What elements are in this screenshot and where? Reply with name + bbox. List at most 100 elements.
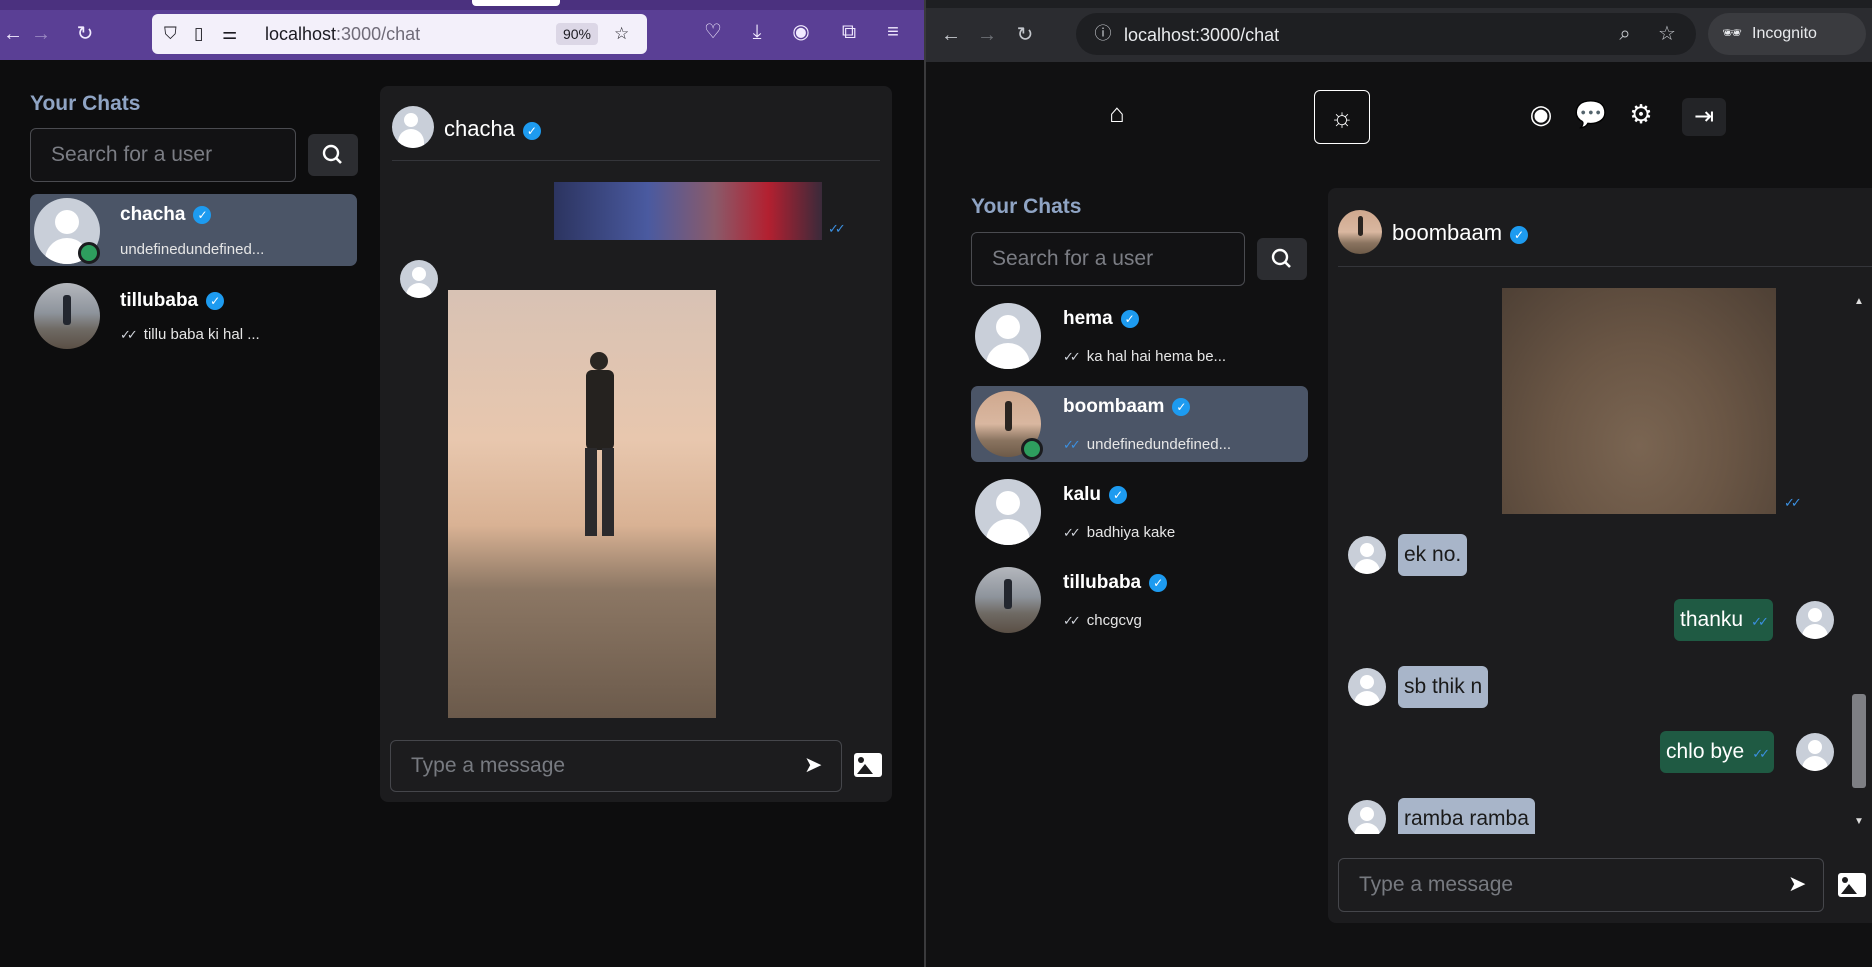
divider bbox=[1338, 266, 1872, 267]
back-icon[interactable]: ← bbox=[0, 24, 26, 44]
message-input[interactable]: Type a message bbox=[390, 740, 842, 792]
back-icon[interactable]: ← bbox=[938, 25, 964, 45]
conversation-panel: boombaam ✓ ✓✓ ek no. thanku ✓✓ sb thik n c… bbox=[1328, 188, 1872, 923]
avatar bbox=[975, 567, 1041, 633]
profile-icon[interactable]: ◉ bbox=[1524, 99, 1558, 130]
read-ticks: ✓✓ bbox=[1784, 494, 1808, 511]
chat-item-tillubaba[interactable]: tillubaba ✓ ✓✓ chcgcvg bbox=[971, 562, 1308, 638]
chat-preview: ✓✓ undefinedundefined... bbox=[1063, 436, 1232, 453]
page-icon[interactable]: ▯ bbox=[194, 24, 203, 44]
scrollbar-thumb[interactable] bbox=[1852, 694, 1866, 788]
permissions-icon[interactable]: ⚌ bbox=[222, 24, 237, 44]
reload-icon[interactable]: ↻ bbox=[1012, 25, 1038, 45]
verified-icon: ✓ bbox=[193, 206, 212, 224]
search-input[interactable]: Search for a user bbox=[971, 232, 1245, 286]
verified-icon: ✓ bbox=[1172, 398, 1191, 416]
conversation-avatar bbox=[1338, 210, 1382, 254]
search-input[interactable]: Search for a user bbox=[30, 128, 296, 182]
home-icon[interactable]: ⌂ bbox=[1100, 98, 1134, 129]
read-ticks-icon: ✓✓ bbox=[1063, 437, 1081, 452]
chrome-window: ← → ↻ ⓘ localhost:3000/chat ⌕ ☆ 🕶 Incogn… bbox=[926, 0, 1872, 967]
chrome-address-bar[interactable]: ⓘ localhost:3000/chat ⌕ ☆ bbox=[1076, 13, 1696, 55]
chat-preview: ✓✓ chcgcvg bbox=[1063, 612, 1142, 629]
site-info-icon[interactable]: ⓘ bbox=[1090, 24, 1116, 44]
search-icon bbox=[322, 144, 342, 164]
conversation-title: boombaam ✓ bbox=[1392, 220, 1529, 246]
read-ticks-icon: ✓✓ bbox=[1063, 525, 1081, 540]
pocket-icon[interactable]: ♡ bbox=[700, 22, 726, 42]
message-bubble: ramba ramba bbox=[1398, 798, 1535, 834]
forward-icon[interactable]: → bbox=[28, 24, 54, 44]
send-icon[interactable]: ➤ bbox=[804, 752, 822, 778]
verified-icon: ✓ bbox=[206, 292, 225, 310]
my-avatar bbox=[1796, 733, 1834, 771]
menu-icon[interactable]: ≡ bbox=[880, 22, 906, 42]
logout-icon: ⇥ bbox=[1693, 103, 1715, 130]
message-input[interactable]: Type a message bbox=[1338, 858, 1824, 912]
settings-gear-icon[interactable]: ⚙ bbox=[1624, 99, 1658, 130]
read-ticks-icon: ✓✓ bbox=[1751, 614, 1769, 629]
extensions-icon[interactable]: ⧉ bbox=[836, 22, 862, 42]
read-ticks-icon: ✓✓ bbox=[1752, 746, 1770, 761]
scroll-down-icon[interactable]: ▼ bbox=[1854, 816, 1864, 827]
zoom-indicator[interactable]: 90% bbox=[556, 23, 598, 45]
image-upload-icon[interactable] bbox=[1838, 873, 1866, 897]
chrome-tabstrip bbox=[926, 0, 1872, 8]
incognito-icon: 🕶 bbox=[1722, 25, 1743, 42]
downloads-icon[interactable]: ⤓ bbox=[744, 22, 770, 42]
chat-item-kalu[interactable]: kalu ✓ ✓✓ badhiya kake bbox=[971, 474, 1308, 550]
conversation-avatar bbox=[392, 106, 434, 148]
scrollbar[interactable]: ▲ ▼ bbox=[1848, 288, 1870, 834]
message-bubble: chlo bye ✓✓ bbox=[1660, 731, 1775, 773]
image-upload-icon[interactable] bbox=[854, 753, 882, 777]
chat-name: chacha ✓ bbox=[120, 204, 212, 226]
scroll-up-icon[interactable]: ▲ bbox=[1854, 296, 1864, 307]
shared-photo[interactable] bbox=[1502, 288, 1776, 514]
chat-item-hema[interactable]: hema ✓ ✓✓ ka hal hai hema be... bbox=[971, 298, 1308, 374]
shield-icon[interactable]: ⛉ bbox=[164, 24, 177, 44]
message-bubble: thanku ✓✓ bbox=[1674, 599, 1773, 641]
bookmark-star-icon[interactable]: ☆ bbox=[1654, 24, 1680, 44]
chat-item-tillubaba[interactable]: tillubaba ✓ ✓✓ tillu baba ki hal ... bbox=[30, 282, 357, 354]
read-ticks-icon: ✓✓ bbox=[828, 221, 846, 236]
shared-photo[interactable] bbox=[448, 290, 716, 718]
chats-icon[interactable]: 💬 bbox=[1574, 99, 1608, 130]
firefox-toolbar: ← → ↻ ⛉ ▯ ⚌ localhost:3000/chat 90% ☆ ♡ … bbox=[0, 0, 924, 60]
verified-icon: ✓ bbox=[1149, 574, 1168, 592]
bookmark-star-icon[interactable]: ☆ bbox=[614, 24, 629, 44]
forward-icon[interactable]: → bbox=[974, 25, 1000, 45]
incognito-label: Incognito bbox=[1752, 25, 1817, 42]
incognito-badge[interactable]: 🕶 Incognito bbox=[1708, 13, 1866, 55]
zoom-icon[interactable]: ⌕ bbox=[1612, 24, 1638, 44]
chat-name: tillubaba ✓ bbox=[1063, 572, 1168, 594]
chrome-toolbar: ← → ↻ ⓘ localhost:3000/chat ⌕ ☆ 🕶 Incogn… bbox=[926, 8, 1872, 62]
conversation-title: chacha ✓ bbox=[444, 116, 541, 142]
search-button[interactable] bbox=[1257, 238, 1307, 280]
sender-avatar bbox=[1348, 668, 1386, 706]
theme-toggle-button[interactable]: ☼ bbox=[1314, 90, 1370, 144]
url-text[interactable]: localhost:3000/chat bbox=[265, 24, 420, 45]
chat-name: hema ✓ bbox=[1063, 308, 1139, 330]
message-bubble: ek no. bbox=[1398, 534, 1468, 576]
firefox-address-bar[interactable]: ⛉ ▯ ⚌ localhost:3000/chat 90% ☆ bbox=[152, 14, 647, 54]
chat-preview: ✓✓ tillu baba ki hal ... bbox=[120, 326, 260, 343]
sidebar-title: Your Chats bbox=[30, 92, 141, 115]
send-icon[interactable]: ➤ bbox=[1788, 871, 1806, 897]
firefox-tabstrip bbox=[0, 0, 924, 10]
search-button[interactable] bbox=[308, 134, 358, 176]
logout-button[interactable]: ⇥ bbox=[1682, 98, 1726, 136]
chat-item-chacha[interactable]: chacha ✓ undefinedundefined... bbox=[30, 194, 357, 266]
chat-item-boombaam[interactable]: boombaam ✓ ✓✓ undefinedundefined... bbox=[971, 386, 1308, 462]
read-ticks-icon: ✓✓ bbox=[1063, 613, 1081, 628]
chat-preview: undefinedundefined... bbox=[120, 241, 265, 258]
firefox-active-tab[interactable] bbox=[472, 0, 560, 6]
read-ticks-icon: ✓✓ bbox=[1784, 495, 1802, 510]
read-ticks: ✓✓ bbox=[828, 220, 852, 237]
message-list[interactable]: ✓✓ ek no. thanku ✓✓ sb thik n chlo bye ✓✓ … bbox=[1328, 288, 1872, 834]
account-icon[interactable]: ◉ bbox=[788, 22, 814, 42]
url-text[interactable]: localhost:3000/chat bbox=[1124, 25, 1279, 46]
shared-image[interactable] bbox=[554, 182, 822, 240]
reload-icon[interactable]: ↻ bbox=[72, 24, 98, 44]
my-avatar bbox=[1796, 601, 1834, 639]
message-bubble: sb thik n bbox=[1398, 666, 1489, 708]
